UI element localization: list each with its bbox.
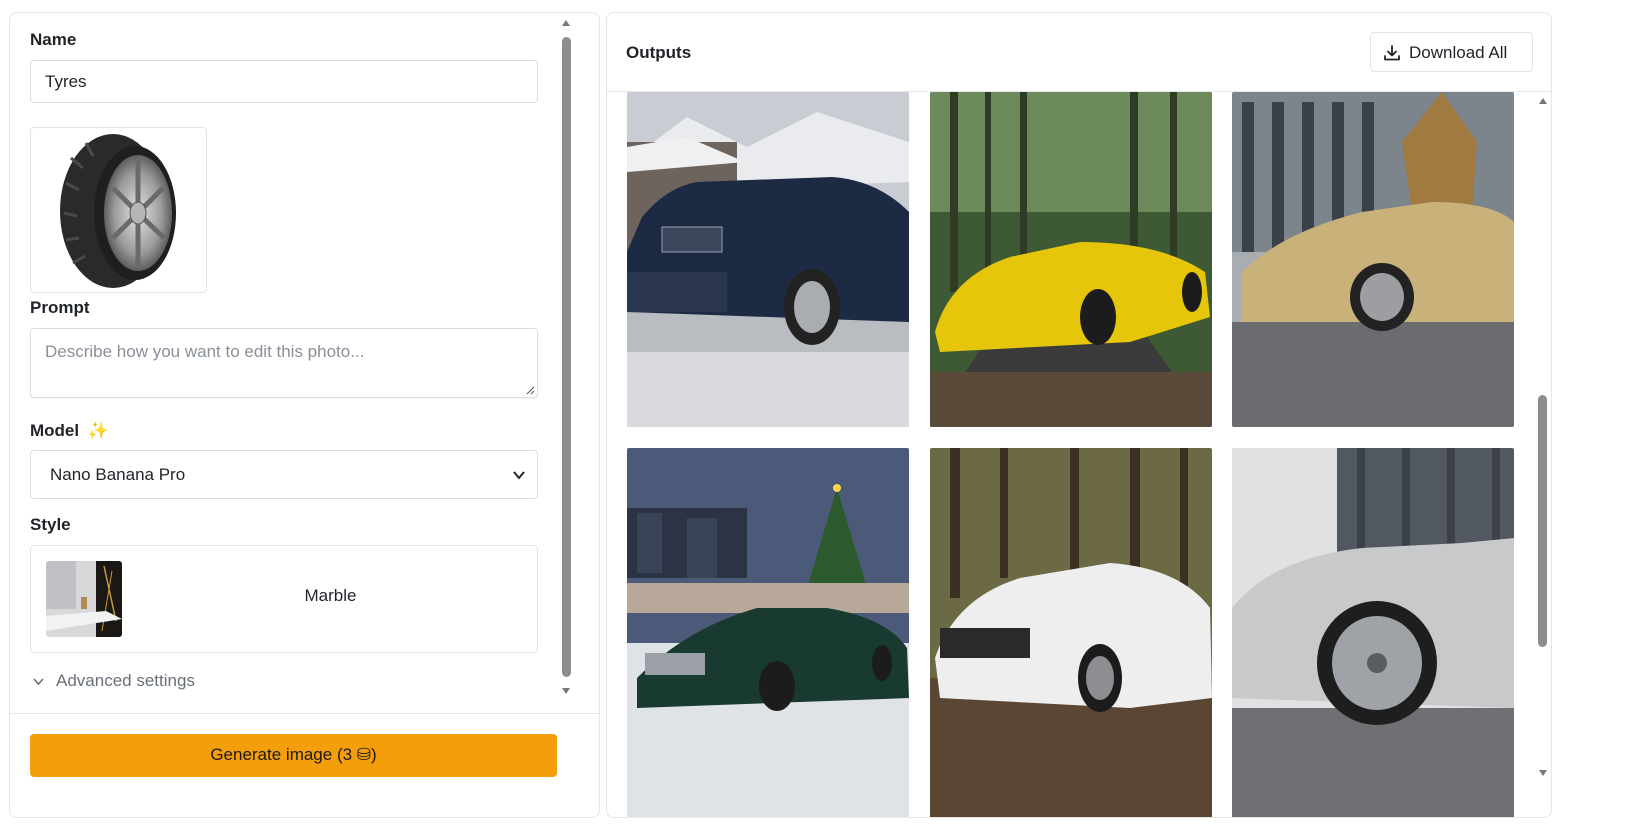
advanced-settings-toggle[interactable]: Advanced settings xyxy=(30,671,195,691)
output-image-1[interactable] xyxy=(627,92,909,427)
style-marble-thumbnail xyxy=(46,561,122,637)
name-input[interactable]: Tyres xyxy=(30,60,538,103)
prompt-placeholder: Describe how you want to edit this photo… xyxy=(45,342,365,361)
outputs-scroll-down-arrow-icon[interactable] xyxy=(1538,769,1548,777)
output-image-6[interactable] xyxy=(1232,448,1514,817)
download-all-label: Download All xyxy=(1409,43,1508,62)
chevron-down-icon xyxy=(33,678,44,686)
model-label-text: Model xyxy=(30,421,80,440)
style-name: Marble xyxy=(304,586,357,605)
model-label: Model ✨ xyxy=(30,421,109,441)
advanced-settings-label: Advanced settings xyxy=(56,671,195,690)
model-select-value: Nano Banana Pro xyxy=(50,465,186,484)
scroll-up-arrow-icon[interactable] xyxy=(561,19,571,27)
name-label: Name xyxy=(30,30,77,49)
output-image-3[interactable] xyxy=(1232,92,1514,427)
outputs-grid[interactable] xyxy=(607,92,1537,817)
form-scrollbar-thumb[interactable] xyxy=(562,37,571,677)
output-image-4[interactable] xyxy=(627,448,909,817)
outputs-title: Outputs xyxy=(626,43,692,62)
sparkle-icon: ✨ xyxy=(87,421,110,440)
prompt-label: Prompt xyxy=(30,298,90,317)
outputs-scrollbar-thumb[interactable] xyxy=(1538,395,1547,647)
footer-divider xyxy=(10,713,599,714)
resize-grip-icon[interactable] xyxy=(525,385,535,395)
style-label: Style xyxy=(30,515,71,534)
outputs-scroll-up-arrow-icon[interactable] xyxy=(1538,97,1548,105)
tyre-image xyxy=(60,134,176,288)
style-selector[interactable]: Marble xyxy=(30,545,538,653)
download-all-button[interactable]: Download All xyxy=(1370,32,1533,72)
output-image-5[interactable] xyxy=(930,448,1212,817)
output-image-2[interactable] xyxy=(930,92,1212,427)
generate-image-button[interactable]: Generate image (3 ⛁) xyxy=(30,734,557,777)
download-icon xyxy=(1384,45,1400,61)
edit-form-panel: Name Tyres Prompt Describe how you want … xyxy=(9,12,600,818)
outputs-panel: Outputs Download All xyxy=(606,12,1552,818)
product-image-thumbnail[interactable] xyxy=(30,127,207,293)
model-select[interactable]: Nano Banana Pro xyxy=(30,450,538,499)
prompt-textarea[interactable]: Describe how you want to edit this photo… xyxy=(30,328,538,398)
scroll-down-arrow-icon[interactable] xyxy=(561,687,571,695)
form-scroll-area[interactable]: Name Tyres Prompt Describe how you want … xyxy=(10,13,599,728)
chevron-down-icon xyxy=(513,471,525,480)
